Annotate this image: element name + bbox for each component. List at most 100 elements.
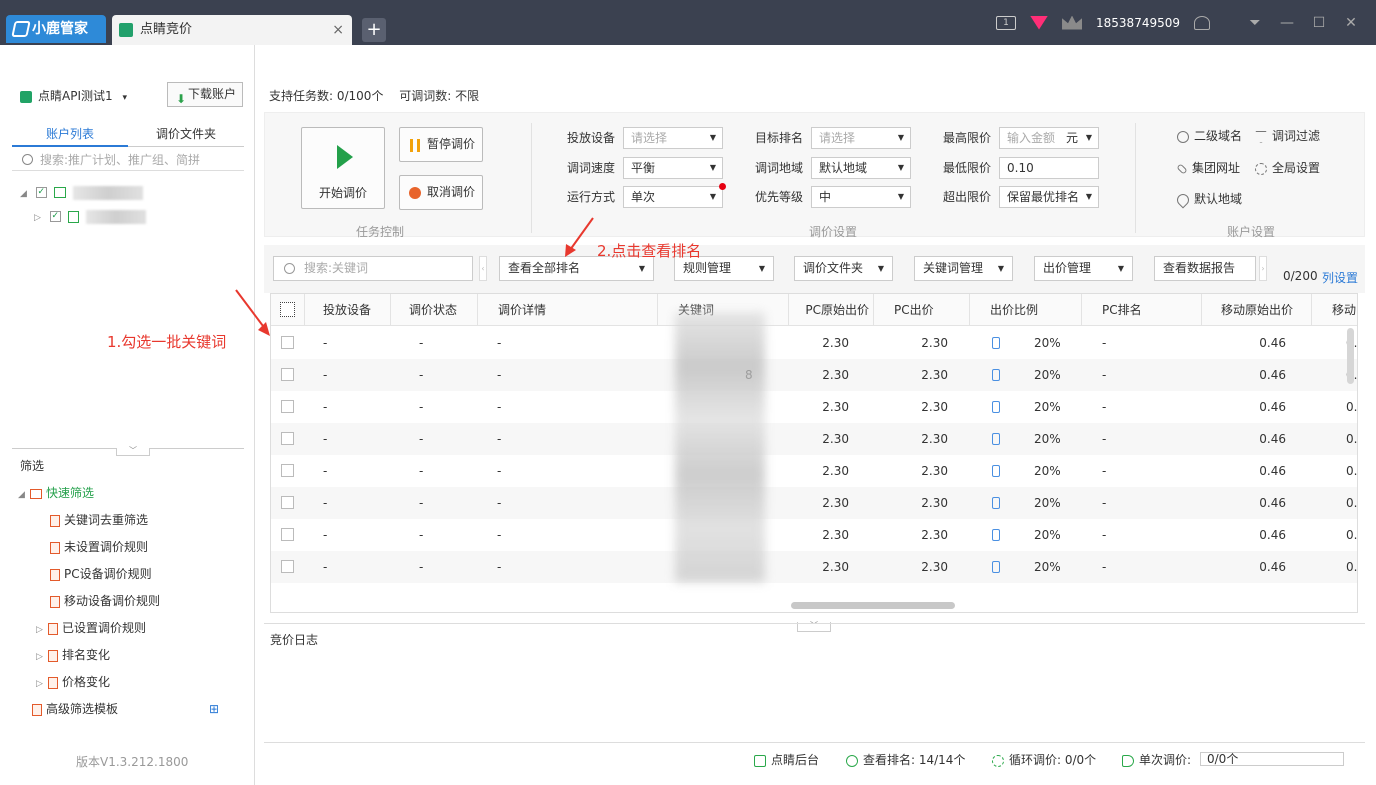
crown-icon[interactable] <box>1062 15 1083 30</box>
row-checkbox[interactable] <box>281 432 294 445</box>
advanced-filter-template[interactable]: 高级筛选模板 <box>32 701 118 717</box>
tab-dianjing[interactable]: 点睛竞价 × <box>112 15 352 45</box>
min-price-input[interactable]: 0.10 <box>999 157 1099 179</box>
col-status[interactable]: 调价状态 <box>391 294 478 326</box>
group-url-link[interactable]: 集团网址 <box>1176 159 1240 176</box>
panel-splitter[interactable]: ﹀ <box>12 447 244 456</box>
expand-down-icon[interactable]: ◢ <box>18 487 30 503</box>
tab-close-icon[interactable]: × <box>332 15 344 45</box>
collapse-handle-icon[interactable]: ﹀ <box>116 447 150 456</box>
row-checkbox[interactable] <box>281 496 294 509</box>
cell-pc-orig: 2.30 <box>822 400 849 414</box>
row-checkbox[interactable] <box>281 400 294 413</box>
single-status[interactable]: 单次调价: <box>1122 751 1191 768</box>
scroll-right-icon[interactable]: › <box>1259 256 1267 281</box>
price-folder-button[interactable]: 调价文件夹 ▼ <box>794 256 893 281</box>
tree-checkbox[interactable]: ✓ <box>49 211 61 222</box>
over-limit-select[interactable]: 保留最优排名 ▼ <box>999 186 1099 208</box>
filter-item-mobile-rule[interactable]: 移动设备调价规则 <box>50 593 160 609</box>
column-settings-link[interactable]: 列设置 <box>1322 269 1358 286</box>
expand-right-icon[interactable]: ▷ <box>34 213 46 223</box>
table-row[interactable]: ---2.302.3020%-0.460. <box>271 455 1357 487</box>
row-checkbox[interactable] <box>281 528 294 541</box>
row-checkbox[interactable] <box>281 336 294 349</box>
table-row[interactable]: ---2.302.3020%-0.460. <box>271 327 1357 359</box>
select-all-checkbox[interactable] <box>280 302 295 317</box>
device-select[interactable]: 请选择 ▼ <box>623 127 723 149</box>
filter-group-price-change[interactable]: ▷ 价格变化 <box>36 674 110 690</box>
table-row[interactable]: ---2.302.3020%-0.460. <box>271 423 1357 455</box>
filter-item-dedupe[interactable]: 关键词去重筛选 <box>50 512 148 528</box>
loop-status[interactable]: 循环调价: 0/0个 <box>992 751 1096 768</box>
tab-price-folder[interactable]: 调价文件夹 <box>128 123 244 145</box>
col-pc-rank[interactable]: PC排名 <box>1082 294 1202 326</box>
row-checkbox[interactable] <box>281 464 294 477</box>
dropdown-menu-icon[interactable]: ⏷ <box>1248 16 1262 30</box>
filter-item-pc-rule[interactable]: PC设备调价规则 <box>50 566 152 582</box>
filter-item-no-rule[interactable]: 未设置调价规则 <box>50 539 148 555</box>
tab-account-list[interactable]: 账户列表 <box>12 123 128 147</box>
add-tab-button[interactable]: + <box>362 18 386 42</box>
col-pc-bid[interactable]: PC出价 <box>874 294 970 326</box>
tree-node-child[interactable]: ▷ ✓ <box>34 209 147 225</box>
doc-icon <box>48 676 58 689</box>
maximize-icon[interactable]: ☐ <box>1312 16 1326 30</box>
expand-right-icon[interactable]: ▷ <box>36 676 48 692</box>
quick-filter-node[interactable]: ◢ 快速筛选 <box>18 485 94 501</box>
table-row[interactable]: ---2.302.3020%-0.460. <box>271 519 1357 551</box>
expand-right-icon[interactable]: ▷ <box>36 649 48 665</box>
col-mobile-bid[interactable]: 移动出 <box>1312 294 1357 326</box>
col-bid-ratio[interactable]: 出价比例 <box>970 294 1082 326</box>
col-pc-orig-bid[interactable]: PC原始出价 <box>789 294 874 326</box>
brand-tab[interactable]: 小鹿管家 <box>6 15 106 43</box>
rank-status[interactable]: 查看排名: 14/14个 <box>846 751 965 768</box>
table-row[interactable]: ---2.302.3020%-0.460. <box>271 551 1357 583</box>
region-select[interactable]: 默认地域 ▼ <box>811 157 911 179</box>
default-region-link[interactable]: 默认地域 <box>1174 190 1242 208</box>
user-icon[interactable] <box>1194 15 1210 30</box>
screen-icon[interactable]: 1 <box>996 15 1017 30</box>
col-detail[interactable]: 调价详情 <box>478 294 658 326</box>
target-rank-select[interactable]: 请选择 ▼ <box>811 127 911 149</box>
filter-group-rank-change[interactable]: ▷ 排名变化 <box>36 647 110 663</box>
filter-group-set-rule[interactable]: ▷ 已设置调价规则 <box>36 620 146 636</box>
row-checkbox[interactable] <box>281 560 294 573</box>
download-account-button[interactable]: ⬇ 下载账户 <box>167 82 243 107</box>
scroll-left-icon[interactable]: ‹ <box>479 256 487 281</box>
row-checkbox[interactable] <box>281 368 294 381</box>
table-row[interactable]: ---82.302.3020%-0.460. <box>271 359 1357 391</box>
data-report-button[interactable]: 查看数据报告 <box>1154 256 1256 281</box>
minimize-icon[interactable]: — <box>1280 16 1294 30</box>
doc-icon <box>50 595 60 608</box>
tree-search-input[interactable]: 搜索:推广计划、推广组、简拼 <box>12 149 244 171</box>
table-row[interactable]: ---2.302.3020%-0.460. <box>271 391 1357 423</box>
close-window-icon[interactable]: ✕ <box>1344 16 1358 30</box>
account-selector[interactable]: 点睛API测试1 ▾ <box>20 87 127 104</box>
col-device[interactable]: 投放设备 <box>305 294 391 326</box>
priority-select[interactable]: 中 ▼ <box>811 186 911 208</box>
user-phone[interactable]: 18538749509 <box>1096 16 1180 30</box>
keyword-management-button[interactable]: 关键词管理 ▼ <box>914 256 1013 281</box>
subdomain-link[interactable]: 二级域名 <box>1177 127 1242 144</box>
keyword-search-input[interactable]: 搜索:关键词 <box>273 256 473 281</box>
max-price-input[interactable]: 输入金额元 ▼ <box>999 127 1099 149</box>
tree-node-root[interactable]: ◢ ✓ <box>20 185 144 201</box>
bid-management-button[interactable]: 出价管理 ▼ <box>1034 256 1133 281</box>
tree-checkbox[interactable]: ✓ <box>35 187 47 198</box>
global-settings-link[interactable]: 全局设置 <box>1255 159 1320 176</box>
mode-select[interactable]: 单次 ▼ <box>623 186 723 208</box>
start-bidding-button[interactable]: 开始调价 <box>301 127 385 209</box>
pause-bidding-button[interactable]: 暂停调价 <box>399 127 483 162</box>
vip-icon[interactable] <box>1030 15 1049 30</box>
expand-down-icon[interactable]: ◢ <box>20 189 32 199</box>
table-row[interactable]: ---2.302.3020%-0.460. <box>271 487 1357 519</box>
cancel-bidding-button[interactable]: 取消调价 <box>399 175 483 210</box>
backend-link[interactable]: 点睛后台 <box>754 751 819 768</box>
add-template-icon[interactable]: ⊞ <box>209 701 219 717</box>
expand-right-icon[interactable]: ▷ <box>36 622 48 638</box>
col-mobile-orig-bid[interactable]: 移动原始出价 <box>1202 294 1312 326</box>
speed-select[interactable]: 平衡 ▼ <box>623 157 723 179</box>
vertical-scrollbar[interactable] <box>1347 328 1354 384</box>
horizontal-scrollbar[interactable] <box>791 602 955 609</box>
word-filter-link[interactable]: 调词过滤 <box>1255 127 1320 144</box>
